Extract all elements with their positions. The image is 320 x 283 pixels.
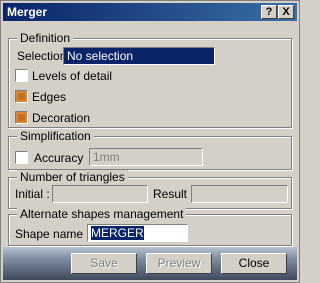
preview-button[interactable]: Preview (146, 253, 212, 274)
edges-label: Edges (32, 90, 67, 104)
accuracy-checkbox[interactable] (15, 151, 28, 164)
help-button[interactable]: ? (261, 5, 277, 19)
merger-dialog: Merger ? X Definition Selection No selec… (0, 0, 300, 283)
shape-name-input[interactable]: MERGER (87, 224, 188, 242)
close-button[interactable]: Close (221, 253, 287, 274)
result-field[interactable] (191, 185, 288, 203)
title-bar: Merger ? X (3, 3, 297, 21)
decoration-checkbox[interactable] (15, 111, 28, 124)
initial-field[interactable] (52, 185, 148, 203)
triangles-legend: Number of triangles (17, 170, 128, 184)
window-title: Merger (7, 5, 48, 19)
edges-checkbox[interactable] (15, 90, 28, 103)
alternate-shapes-legend: Alternate shapes management (17, 207, 187, 221)
close-window-button[interactable]: X (278, 5, 294, 19)
shape-name-value: MERGER (91, 226, 144, 240)
save-button[interactable]: Save (71, 253, 137, 274)
levels-of-detail-checkbox[interactable] (15, 69, 28, 82)
selection-label: Selection (17, 49, 67, 63)
levels-of-detail-label: Levels of detail (32, 69, 113, 83)
simplification-legend: Simplification (17, 129, 94, 143)
accuracy-field[interactable]: 1mm (89, 148, 203, 166)
decoration-label: Decoration (32, 111, 91, 125)
accuracy-label: Accuracy (34, 151, 84, 165)
initial-label: Initial : (15, 187, 50, 201)
shape-name-label: Shape name : (15, 227, 90, 241)
selection-field[interactable]: No selection (63, 47, 215, 65)
definition-legend: Definition (17, 31, 74, 45)
result-label: Result : (153, 187, 194, 201)
